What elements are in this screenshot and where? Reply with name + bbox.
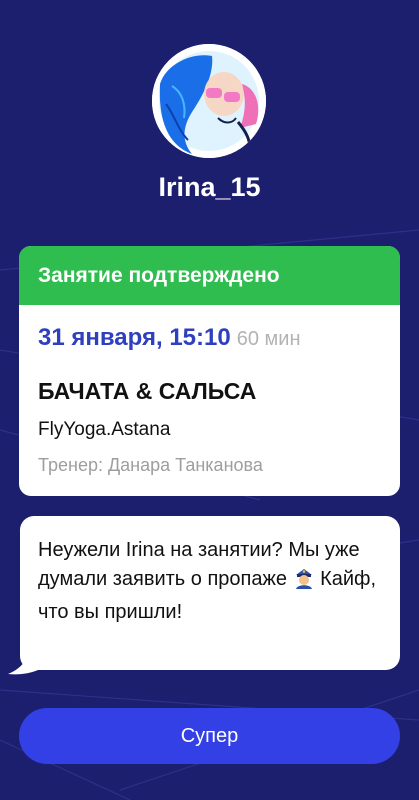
message-bubble: Неужели Irina на занятии? Мы уже думали … <box>20 516 400 670</box>
date-line: 31 января, 15:10 60 мин <box>38 324 301 352</box>
studio-name: FlyYoga.Astana <box>38 419 171 440</box>
confirmation-header: Занятие подтверждено <box>19 246 400 305</box>
message-text: Неужели Irina на занятии? Мы уже думали … <box>38 536 388 627</box>
avatar <box>152 44 266 158</box>
booking-card: Занятие подтверждено 31 января, 15:10 60 … <box>19 246 400 496</box>
trainer-name: Тренер: Данара Танканова <box>38 455 263 475</box>
police-officer-icon <box>293 567 315 598</box>
class-name: БАЧАТА & САЛЬСА <box>38 378 257 404</box>
username: Irina_15 <box>158 172 261 202</box>
super-button[interactable]: Супер <box>19 708 400 764</box>
class-date-time: 31 января, 15:10 <box>38 324 231 351</box>
class-duration: 60 мин <box>236 328 301 350</box>
